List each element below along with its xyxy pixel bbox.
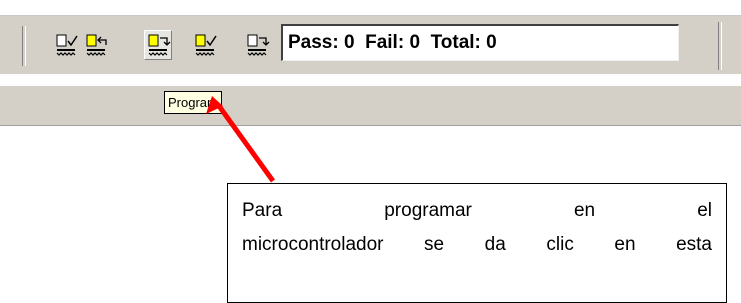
instruction-callout: Para programar en el microcontrolador se…	[227, 183, 727, 303]
callout-line-2: microcontrolador se da clic en esta	[242, 234, 712, 255]
callout-line-1: Para programar en el	[242, 200, 712, 221]
